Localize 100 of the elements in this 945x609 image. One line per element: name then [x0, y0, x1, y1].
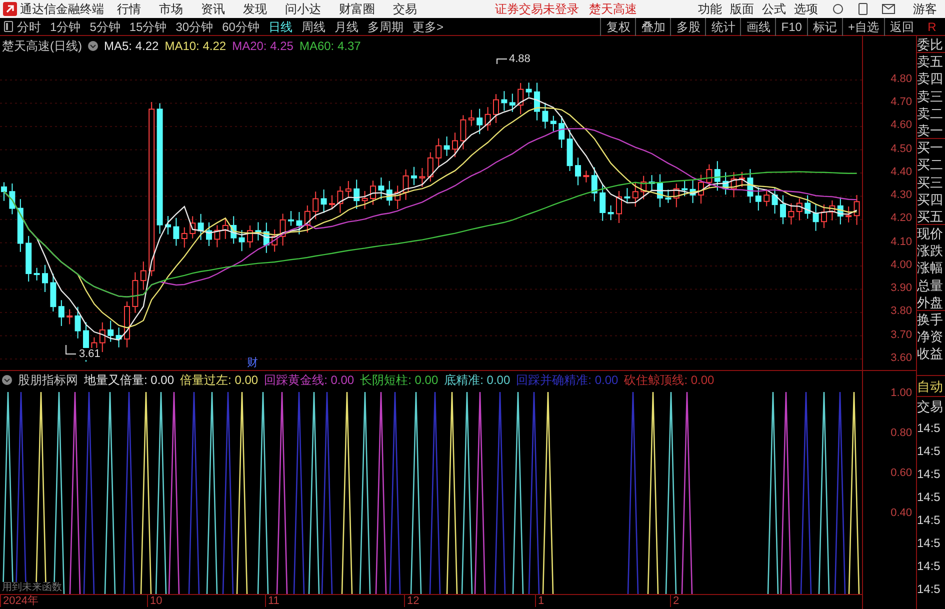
price-tick: 3.90 [890, 281, 912, 296]
ma-value: MA10: 4.22 [164, 38, 226, 54]
menu-item[interactable]: 公式 [762, 0, 786, 18]
period-tab[interactable]: 30分钟 [176, 18, 214, 36]
period-tab[interactable]: 15分钟 [129, 18, 167, 36]
quote-label: 买五 [917, 208, 945, 226]
menu-item[interactable]: 选项 [794, 0, 818, 18]
menu-item[interactable]: 版面 [730, 0, 754, 18]
chart-title: 楚天高速(日线) [2, 38, 82, 54]
menu-item[interactable]: 问小达 [285, 0, 321, 18]
user-label[interactable]: 游客 [913, 0, 937, 18]
toolbar-button[interactable]: 画线 [740, 18, 776, 36]
quote-label: 买一 [917, 139, 944, 156]
notice-text[interactable]: 证券交易未登录 [495, 0, 579, 18]
quote-label: 涨跌 [917, 242, 944, 260]
period-tab[interactable]: 1分钟 [50, 18, 81, 36]
toolbar-button[interactable]: 返回 [884, 18, 919, 36]
period-tab[interactable]: 多周期 [367, 18, 404, 36]
price-tick: 4.50 [890, 142, 912, 157]
indicator-value: 底精准: 0.00 [444, 372, 510, 388]
trade-time: 14:5 [917, 558, 942, 575]
menu-item[interactable]: 交易 [393, 0, 417, 18]
menu-item[interactable]: 财富圈 [339, 0, 375, 18]
phone-icon[interactable] [858, 3, 868, 15]
ma-value: MA20: 4.25 [232, 38, 294, 54]
quote-label: 涨幅 [917, 259, 944, 277]
toolbar-button[interactable]: 叠加 [635, 18, 670, 36]
warning-note: 用到未来函数 [2, 582, 62, 594]
indicator-value: 地量又倍量: 0.00 [84, 372, 174, 388]
date-label: 2024年 [0, 595, 147, 607]
quote-label: 净资 [917, 328, 944, 346]
quote-label: 总量 [917, 276, 944, 294]
quote-label: 卖四 [917, 70, 944, 88]
low-price-label: 3.61 [78, 348, 102, 360]
toolbar-button[interactable]: 多股 [670, 18, 706, 36]
indicator-tick: 1.00 [890, 388, 912, 401]
price-tick: 4.10 [890, 234, 912, 250]
price-tick: 4.40 [890, 164, 912, 180]
trade-time: 14:5 [917, 442, 942, 460]
period-tab[interactable]: 月线 [334, 18, 358, 36]
toolbar-button[interactable]: +自选 [842, 18, 884, 36]
price-tick: 4.70 [890, 95, 912, 110]
trade-time: 14:5 [917, 488, 942, 506]
trade-time: 14:5 [917, 420, 942, 437]
date-label: 10 [147, 595, 265, 607]
quote-label: 委比 [917, 36, 945, 54]
indicator-value: 长阴短柱: 0.00 [360, 372, 438, 388]
period-tab[interactable]: 周线 [301, 18, 326, 36]
period-tab[interactable]: 更多> [412, 18, 444, 36]
quote-label: 买四 [917, 190, 944, 208]
quote-label: 卖三 [917, 88, 944, 105]
corner-label[interactable]: R [919, 18, 945, 36]
menu-item[interactable]: 发现 [243, 0, 267, 18]
price-tick: 4.80 [890, 72, 912, 87]
dropdown-icon[interactable] [88, 40, 98, 50]
period-tab[interactable]: 日线 [268, 18, 292, 36]
quote-label: 买三 [917, 174, 944, 191]
indicator-value: 砍住鲸顶线: 0.00 [624, 372, 714, 388]
date-label: 12 [404, 595, 535, 607]
price-tick: 3.60 [890, 350, 912, 366]
indicator-value: 倍量过左: 0.00 [180, 372, 258, 388]
date-label: 1 [535, 595, 670, 607]
trade-label: 交易 [917, 398, 944, 416]
toolbar-button[interactable]: 标记 [806, 18, 842, 36]
ma-value: MA60: 4.37 [299, 38, 361, 54]
menu-item[interactable]: 行情 [117, 0, 141, 18]
ma-value: MA5: 4.22 [104, 38, 159, 54]
indicator-value: 回踩黄金线: 0.00 [264, 372, 354, 388]
period-tab[interactable]: 分时 [17, 18, 41, 36]
leader-line [66, 344, 76, 354]
quote-label: 卖一 [917, 122, 945, 140]
quote-label: 卖二 [917, 104, 944, 122]
toolbar-button[interactable]: F10 [775, 18, 807, 36]
leader-line [496, 58, 508, 64]
price-tick: 4.30 [890, 188, 912, 204]
indicator-tick: 0.40 [890, 508, 912, 521]
notice-text[interactable]: 楚天高速 [589, 0, 637, 18]
date-label: 11 [265, 595, 404, 607]
trade-time: 14:5 [917, 580, 942, 598]
indicator-tick: 0.80 [890, 428, 912, 441]
dropdown-icon[interactable] [2, 374, 12, 384]
quote-label: 卖五 [917, 53, 944, 70]
menu-item[interactable]: 资讯 [201, 0, 225, 18]
quote-label: 外盘 [917, 294, 945, 311]
period-tab[interactable]: 60分钟 [222, 18, 260, 36]
menu-item[interactable]: 功能 [698, 0, 722, 18]
menu-item[interactable]: 市场 [159, 0, 183, 18]
toolbar-button[interactable]: 统计 [705, 18, 740, 36]
period-tab[interactable]: 5分钟 [90, 18, 120, 36]
panel-toggle-icon[interactable] [4, 21, 13, 32]
indicator-value: 回踩并确精准: 0.00 [516, 372, 618, 388]
quote-label: 买二 [917, 156, 944, 174]
mode-label[interactable]: 自动 [917, 376, 945, 397]
high-price-label: 4.88 [509, 52, 530, 67]
toolbar-button[interactable]: 复权 [600, 18, 636, 36]
event-marker[interactable]: 财 [247, 355, 258, 372]
trade-time: 14:5 [917, 466, 942, 483]
app-title: 通达信金融终端 [20, 1, 105, 18]
mail-icon[interactable] [882, 4, 895, 14]
indicator-name: 股朋指标网 [18, 372, 78, 388]
